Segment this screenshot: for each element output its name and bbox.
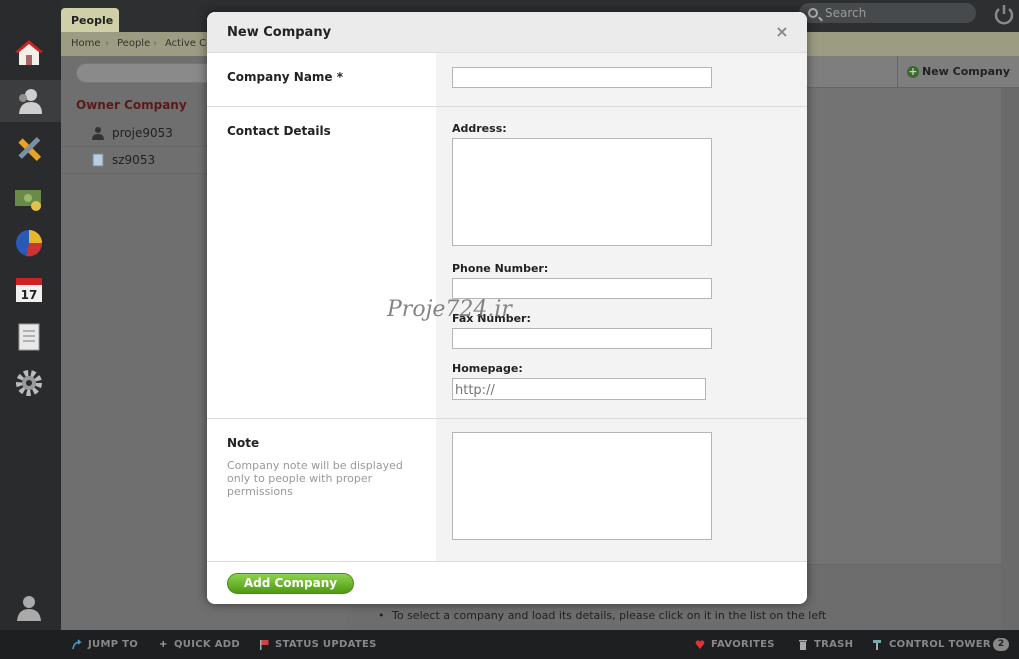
company-name-input[interactable] — [452, 67, 712, 88]
note-label: Note — [227, 436, 260, 450]
dialog-title: New Company — [227, 25, 332, 40]
gear-icon[interactable] — [14, 368, 44, 398]
power-icon[interactable] — [991, 2, 1017, 28]
tools-icon[interactable] — [14, 134, 44, 164]
trash-button[interactable]: TRASH — [814, 639, 853, 650]
list-item-label: sz9053 — [112, 153, 156, 167]
plus-icon: + — [907, 65, 919, 78]
quick-add-button[interactable]: QUICK ADD — [174, 639, 240, 650]
list-item-label: proje9053 — [112, 126, 173, 140]
homepage-label: Homepage: — [452, 362, 523, 375]
favorites-button[interactable]: FAVORITES — [711, 639, 775, 650]
note-section: Note Company note will be displayed only… — [207, 419, 807, 561]
watermark: Proje724.ir — [387, 297, 512, 322]
scrollbar[interactable] — [1001, 88, 1019, 630]
control-tower-count-badge: 2 — [993, 638, 1009, 651]
dialog-footer: Add Company — [207, 561, 807, 604]
flag-icon — [260, 640, 269, 650]
close-icon[interactable]: × — [775, 24, 789, 40]
app-dock: 17 — [0, 0, 61, 630]
add-company-button[interactable]: Add Company — [227, 573, 354, 594]
calendar-icon[interactable]: 17 — [14, 274, 44, 304]
control-tower-button[interactable]: CONTROL TOWER — [889, 639, 991, 650]
person-icon — [92, 127, 104, 140]
heart-icon — [695, 640, 705, 649]
homepage-input[interactable] — [452, 378, 706, 400]
dialog-header: New Company × — [207, 12, 807, 53]
money-icon[interactable] — [14, 184, 44, 214]
reports-pie-icon[interactable] — [14, 228, 44, 258]
svg-text:17: 17 — [21, 288, 38, 302]
home-icon[interactable] — [14, 38, 44, 68]
new-company-button[interactable]: + New Company — [897, 56, 1019, 88]
note-help-text: Company note will be displayed only to p… — [227, 459, 403, 498]
search-icon — [808, 8, 818, 18]
breadcrumb-home[interactable]: Home — [71, 38, 101, 49]
bottom-bar: JUMP TO + QUICK ADD STATUS UPDATES FAVOR… — [0, 630, 1019, 659]
control-tower-icon — [873, 640, 881, 650]
fax-number-input[interactable] — [452, 328, 712, 349]
breadcrumb-separator: › — [105, 38, 109, 49]
jump-to-button[interactable]: JUMP TO — [88, 639, 138, 650]
address-label: Address: — [452, 122, 507, 135]
new-company-label: New Company — [922, 65, 1011, 78]
phone-number-input[interactable] — [452, 278, 712, 299]
address-textarea[interactable] — [452, 138, 712, 246]
plus-icon: + — [159, 639, 168, 650]
people-icon[interactable] — [14, 86, 44, 116]
company-name-section: Company Name * — [207, 53, 807, 107]
user-avatar-icon[interactable] — [14, 592, 44, 622]
status-updates-button[interactable]: STATUS UPDATES — [275, 639, 377, 650]
breadcrumb-people[interactable]: People — [117, 38, 150, 49]
note-textarea[interactable] — [452, 432, 712, 540]
breadcrumb-separator: › — [153, 38, 157, 49]
search-input[interactable]: Search — [799, 3, 976, 23]
jump-arrow-icon — [72, 639, 82, 650]
trash-icon — [799, 640, 807, 650]
search-placeholder: Search — [825, 6, 867, 20]
tab-people[interactable]: People — [61, 8, 119, 32]
phone-number-label: Phone Number: — [452, 262, 549, 275]
new-company-dialog: New Company × Company Name * Contact Det… — [207, 12, 807, 604]
company-name-label: Company Name * — [227, 70, 344, 84]
document-icon — [92, 153, 104, 167]
contact-details-section: Contact Details Address: Phone Number: F… — [207, 107, 807, 419]
breadcrumb-active-companies[interactable]: Active Co — [165, 38, 212, 49]
hint-text: To select a company and load its details… — [378, 609, 826, 622]
contact-details-label: Contact Details — [227, 124, 331, 138]
notebook-icon[interactable] — [14, 322, 44, 352]
owner-company-heading: Owner Company — [76, 98, 187, 112]
